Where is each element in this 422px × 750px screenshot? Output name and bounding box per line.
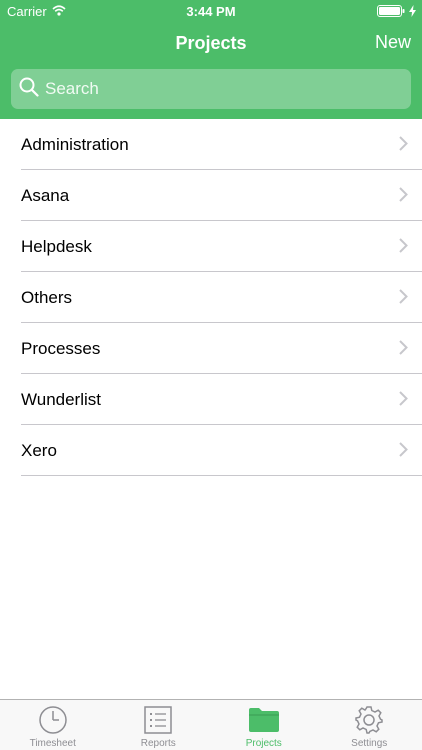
header: Carrier 3:44 PM Projects New xyxy=(0,0,422,119)
tab-label: Settings xyxy=(351,738,388,749)
project-row-xero[interactable]: Xero xyxy=(0,425,422,476)
list-icon xyxy=(144,705,172,735)
page-title: Projects xyxy=(175,33,247,53)
project-row-wunderlist[interactable]: Wunderlist xyxy=(0,374,422,425)
project-row-administration[interactable]: Administration xyxy=(0,119,422,170)
charging-icon xyxy=(409,5,416,17)
chevron-right-icon xyxy=(399,391,408,406)
gear-icon xyxy=(354,705,384,735)
project-label: Others xyxy=(21,287,73,307)
folder-icon xyxy=(248,705,280,735)
project-list: Administration Asana Helpdesk Others Pro… xyxy=(0,119,422,476)
chevron-right-icon xyxy=(399,340,408,355)
search-bar[interactable] xyxy=(11,69,411,109)
project-label: Xero xyxy=(21,440,57,460)
tab-timesheet[interactable]: Timesheet xyxy=(0,700,106,750)
project-row-helpdesk[interactable]: Helpdesk xyxy=(0,221,422,272)
tab-projects[interactable]: Projects xyxy=(211,700,317,750)
status-time: 3:44 PM xyxy=(186,4,236,19)
chevron-right-icon xyxy=(399,238,408,253)
project-label: Asana xyxy=(21,185,70,205)
tab-settings[interactable]: Settings xyxy=(317,700,422,750)
project-label: Processes xyxy=(21,338,101,358)
tab-bar: Timesheet Reports Projects Settings xyxy=(0,699,422,750)
search-input[interactable] xyxy=(45,79,385,99)
project-label: Helpdesk xyxy=(21,236,92,256)
clock-icon xyxy=(38,705,68,735)
search-icon xyxy=(19,77,39,102)
battery-icon xyxy=(377,5,416,17)
project-row-asana[interactable]: Asana xyxy=(0,170,422,221)
navigation-bar: Projects New xyxy=(0,22,422,66)
chevron-right-icon xyxy=(399,187,408,202)
project-label: Wunderlist xyxy=(21,389,101,409)
new-project-button[interactable]: New xyxy=(375,32,411,53)
tab-reports[interactable]: Reports xyxy=(106,700,212,750)
tab-label: Timesheet xyxy=(29,738,76,749)
chevron-right-icon xyxy=(399,136,408,151)
chevron-right-icon xyxy=(399,289,408,304)
project-row-processes[interactable]: Processes xyxy=(0,323,422,374)
tab-label: Projects xyxy=(245,738,282,749)
status-bar: Carrier 3:44 PM xyxy=(0,0,422,22)
tab-label: Reports xyxy=(140,738,176,749)
project-label: Administration xyxy=(21,134,129,154)
chevron-right-icon xyxy=(399,442,408,457)
project-row-others[interactable]: Others xyxy=(0,272,422,323)
